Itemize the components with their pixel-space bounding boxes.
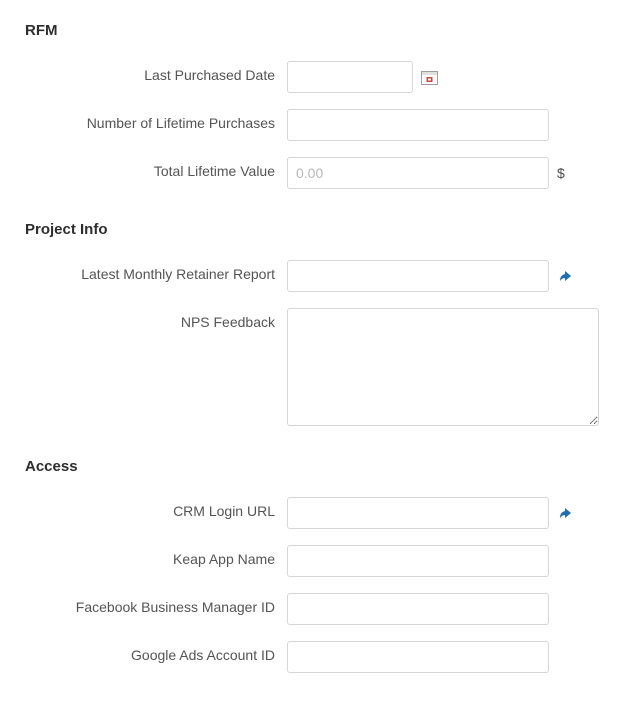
control-wrap	[287, 497, 599, 529]
section-rfm: RFM Last Purchased Date Number of Lifeti…	[25, 22, 599, 189]
section-header-project-info: Project Info	[25, 221, 599, 238]
input-lifetime-purchases[interactable]	[287, 109, 549, 141]
section-access: Access CRM Login URL Keap App Name Faceb…	[25, 458, 599, 673]
control-wrap	[287, 593, 599, 625]
form-row-last-purchased-date: Last Purchased Date	[25, 61, 599, 93]
label-lifetime-purchases: Number of Lifetime Purchases	[25, 109, 287, 131]
form-row-retainer-report: Latest Monthly Retainer Report	[25, 260, 599, 292]
link-arrow-icon[interactable]	[557, 505, 573, 521]
textarea-nps-feedback[interactable]	[287, 308, 599, 426]
input-google-ads-account-id[interactable]	[287, 641, 549, 673]
input-total-lifetime-value[interactable]	[287, 157, 549, 189]
label-last-purchased-date: Last Purchased Date	[25, 61, 287, 83]
section-header-access: Access	[25, 458, 599, 475]
link-arrow-icon[interactable]	[557, 268, 573, 284]
label-retainer-report: Latest Monthly Retainer Report	[25, 260, 287, 282]
form-row-total-lifetime-value: Total Lifetime Value $	[25, 157, 599, 189]
label-crm-login-url: CRM Login URL	[25, 497, 287, 519]
label-fb-business-manager-id: Facebook Business Manager ID	[25, 593, 287, 615]
control-wrap	[287, 260, 599, 292]
control-wrap	[287, 61, 599, 93]
section-header-rfm: RFM	[25, 22, 599, 39]
form-row-nps-feedback: NPS Feedback	[25, 308, 599, 426]
input-retainer-report[interactable]	[287, 260, 549, 292]
section-project-info: Project Info Latest Monthly Retainer Rep…	[25, 221, 599, 426]
input-last-purchased-date[interactable]	[287, 61, 413, 93]
label-keap-app-name: Keap App Name	[25, 545, 287, 567]
control-wrap	[287, 109, 599, 141]
label-total-lifetime-value: Total Lifetime Value	[25, 157, 287, 179]
form-row-fb-business-manager-id: Facebook Business Manager ID	[25, 593, 599, 625]
input-crm-login-url[interactable]	[287, 497, 549, 529]
control-wrap	[287, 641, 599, 673]
currency-suffix: $	[557, 165, 565, 181]
control-wrap	[287, 308, 599, 426]
form-row-lifetime-purchases: Number of Lifetime Purchases	[25, 109, 599, 141]
input-fb-business-manager-id[interactable]	[287, 593, 549, 625]
form-row-keap-app-name: Keap App Name	[25, 545, 599, 577]
input-keap-app-name[interactable]	[287, 545, 549, 577]
form-row-google-ads-account-id: Google Ads Account ID	[25, 641, 599, 673]
label-nps-feedback: NPS Feedback	[25, 308, 287, 330]
label-google-ads-account-id: Google Ads Account ID	[25, 641, 287, 663]
control-wrap: $	[287, 157, 599, 189]
calendar-icon[interactable]	[421, 70, 438, 85]
form-row-crm-login-url: CRM Login URL	[25, 497, 599, 529]
control-wrap	[287, 545, 599, 577]
